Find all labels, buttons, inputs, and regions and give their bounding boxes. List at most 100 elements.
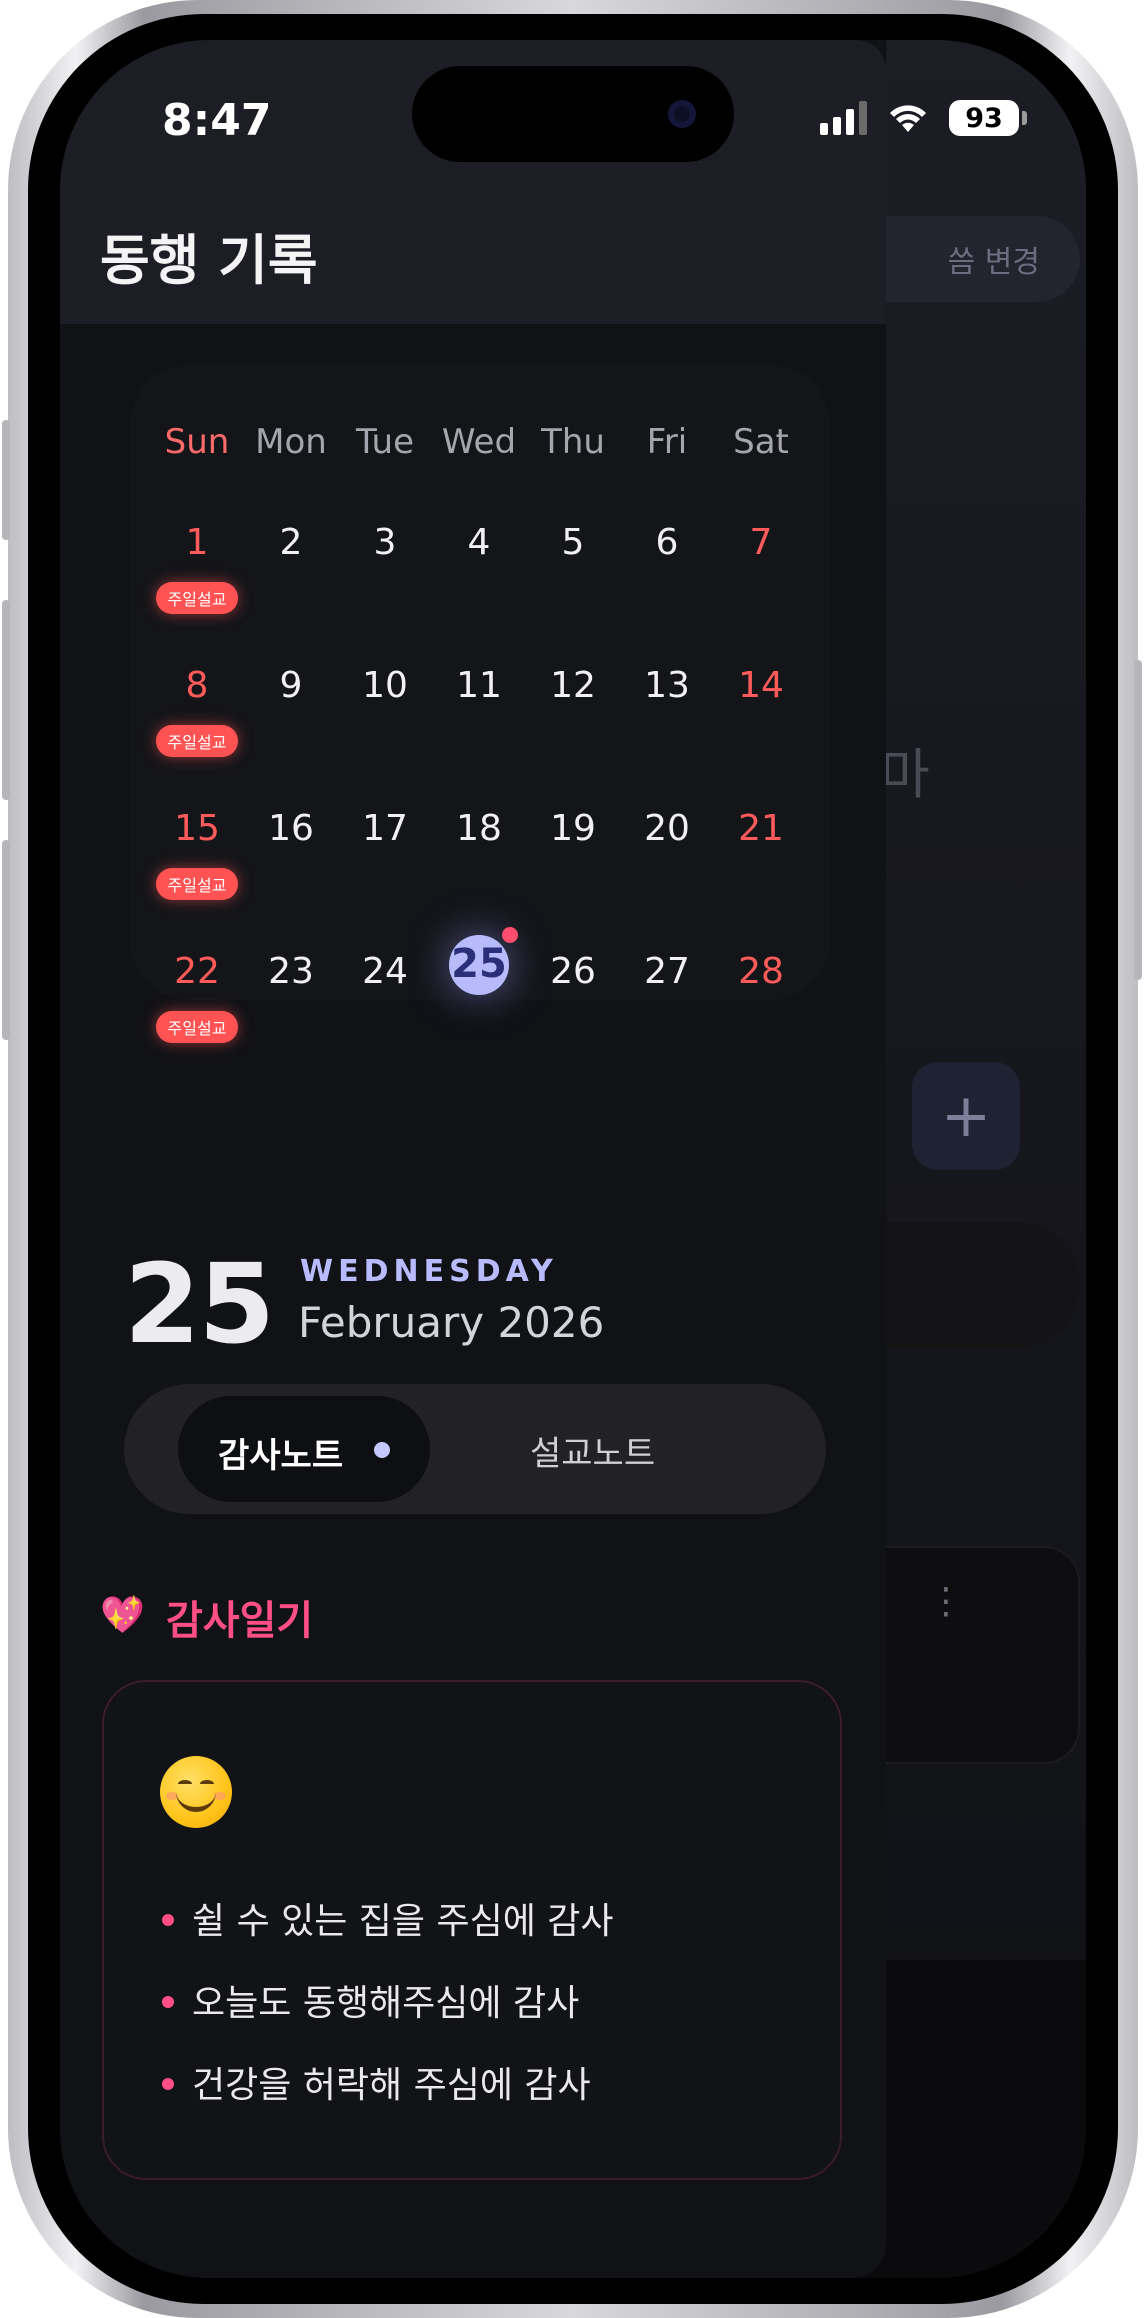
calendar-day[interactable]: 3 bbox=[338, 522, 432, 642]
day-number: 5 bbox=[561, 522, 585, 563]
day-number: 4 bbox=[467, 522, 491, 563]
day-number: 22 bbox=[174, 951, 220, 992]
drawer-title: 동행 기록 bbox=[100, 229, 318, 292]
day-number: 12 bbox=[550, 665, 596, 706]
dynamic-island bbox=[412, 66, 734, 162]
day-number: 26 bbox=[550, 951, 596, 992]
day-number: 25 bbox=[451, 941, 507, 987]
battery-icon: 93 bbox=[949, 100, 1019, 136]
tab-thanks-note[interactable]: 감사노트 bbox=[178, 1396, 430, 1502]
calendar-week: 22 주일설교 23 24 25 26 27 28 bbox=[150, 927, 810, 1071]
calendar-day[interactable]: 11 bbox=[432, 665, 526, 785]
calendar-day[interactable]: 20 bbox=[620, 808, 714, 928]
day-number: 8 bbox=[185, 665, 209, 706]
calendar-day[interactable]: 16 bbox=[244, 808, 338, 928]
battery-tip bbox=[1022, 111, 1027, 125]
power-button bbox=[1134, 660, 1142, 980]
list-item: 오늘도 동행해주심에 감사 bbox=[162, 1974, 614, 2056]
weekday-label: Tue bbox=[355, 422, 415, 462]
calendar-day[interactable]: 27 bbox=[620, 951, 714, 1071]
sermon-badge: 주일설교 bbox=[156, 868, 238, 900]
calendar-day[interactable]: 22 주일설교 bbox=[150, 951, 244, 1071]
calendar-day[interactable]: 9 bbox=[244, 665, 338, 785]
selected-date-weekday: WEDNESDAY bbox=[300, 1254, 558, 1289]
selected-date-month-year: February 2026 bbox=[298, 1298, 605, 1347]
calendar-day[interactable]: 24 bbox=[338, 951, 432, 1071]
sparkling-heart-icon: 💖 bbox=[100, 1595, 145, 1636]
sermon-badge: 주일설교 bbox=[156, 725, 238, 757]
weekday-label: Fri bbox=[646, 422, 688, 462]
thanks-note-card[interactable]: 쉴 수 있는 집을 주심에 감사 오늘도 동행해주심에 감사 건강을 허락해 주… bbox=[102, 1680, 842, 2180]
day-number: 7 bbox=[749, 522, 773, 563]
day-number: 11 bbox=[456, 665, 502, 706]
day-number: 14 bbox=[738, 665, 784, 706]
wifi-icon bbox=[890, 105, 926, 132]
list-item: 건강을 허락해 주심에 감사 bbox=[162, 2056, 614, 2138]
thanks-list: 쉴 수 있는 집을 주심에 감사 오늘도 동행해주심에 감사 건강을 허락해 주… bbox=[162, 1892, 614, 2138]
calendar-day[interactable]: 21 bbox=[714, 808, 808, 928]
status-icons: 93 bbox=[820, 98, 1027, 138]
weekday-label: Mon bbox=[255, 422, 327, 462]
calendar-day[interactable]: 23 bbox=[244, 951, 338, 1071]
plus-icon: + bbox=[940, 1081, 992, 1151]
calendar-day[interactable]: 4 bbox=[432, 522, 526, 642]
day-number: 9 bbox=[279, 665, 303, 706]
day-number: 1 bbox=[185, 522, 209, 563]
action-button bbox=[2, 420, 10, 540]
more-icon[interactable]: ⋮ bbox=[928, 1584, 964, 1620]
weekday-label: Wed bbox=[441, 422, 517, 462]
note-indicator-dot bbox=[502, 927, 518, 943]
calendar-day[interactable]: 2 bbox=[244, 522, 338, 642]
calendar-day[interactable]: 18 bbox=[432, 808, 526, 928]
background-partial-text: 마 bbox=[880, 743, 930, 806]
tab-sermon-note[interactable]: 설교노트 bbox=[530, 1426, 655, 1475]
screen: 씀 변경 마 + ⋮ 동행 기록 Sun Mon Tue Wed Thu Fri… bbox=[60, 40, 1086, 2278]
day-number: 21 bbox=[738, 808, 784, 849]
calendar-day[interactable]: 13 bbox=[620, 665, 714, 785]
calendar-day[interactable]: 15 주일설교 bbox=[150, 808, 244, 928]
day-number: 23 bbox=[268, 951, 314, 992]
status-time: 8:47 bbox=[162, 95, 272, 146]
calendar-day[interactable]: 1 주일설교 bbox=[150, 522, 244, 642]
volume-down-button bbox=[2, 840, 10, 1040]
calendar-day[interactable]: 19 bbox=[526, 808, 620, 928]
day-number: 27 bbox=[644, 951, 690, 992]
calendar-day[interactable]: 10 bbox=[338, 665, 432, 785]
day-number: 17 bbox=[362, 808, 408, 849]
day-number: 6 bbox=[655, 522, 679, 563]
calendar: Sun Mon Tue Wed Thu Fri Sat 1 주일설교 2 3 4 … bbox=[130, 364, 830, 1043]
note-tabs: 감사노트 설교노트 bbox=[124, 1384, 826, 1514]
background-add-button[interactable]: + bbox=[912, 1062, 1020, 1170]
smiling-face-icon bbox=[160, 1756, 232, 1828]
weekday-label: Sat bbox=[733, 422, 789, 462]
weekday-header: Sun Mon Tue Wed Thu Fri Sat bbox=[130, 422, 830, 462]
calendar-day[interactable]: 28 bbox=[714, 951, 808, 1071]
sermon-badge: 주일설교 bbox=[156, 582, 238, 614]
active-tab-dot bbox=[374, 1442, 390, 1458]
calendar-day[interactable]: 14 bbox=[714, 665, 808, 785]
calendar-day[interactable]: 8 주일설교 bbox=[150, 665, 244, 785]
day-number: 24 bbox=[362, 951, 408, 992]
day-number: 20 bbox=[644, 808, 690, 849]
camera-icon bbox=[668, 100, 696, 128]
calendar-day[interactable]: 26 bbox=[526, 951, 620, 1071]
day-number: 15 bbox=[174, 808, 220, 849]
day-number: 2 bbox=[279, 522, 303, 563]
calendar-day[interactable]: 17 bbox=[338, 808, 432, 928]
day-number: 3 bbox=[373, 522, 397, 563]
section-title: 감사일기 bbox=[166, 1598, 314, 1644]
calendar-day[interactable]: 5 bbox=[526, 522, 620, 642]
calendar-day-selected[interactable]: 25 bbox=[432, 927, 526, 1071]
record-drawer: 동행 기록 Sun Mon Tue Wed Thu Fri Sat 1 주일설교 … bbox=[60, 40, 886, 2278]
day-number: 28 bbox=[738, 951, 784, 992]
day-number: 19 bbox=[550, 808, 596, 849]
calendar-week: 15 주일설교 16 17 18 19 20 21 bbox=[150, 808, 810, 928]
calendar-day[interactable]: 7 bbox=[714, 522, 808, 642]
day-number: 18 bbox=[456, 808, 502, 849]
tab-label: 감사노트 bbox=[218, 1436, 344, 1476]
cellular-signal-icon bbox=[820, 101, 867, 135]
calendar-day[interactable]: 12 bbox=[526, 665, 620, 785]
calendar-day[interactable]: 6 bbox=[620, 522, 714, 642]
volume-up-button bbox=[2, 600, 10, 800]
weekday-label: Thu bbox=[541, 422, 605, 462]
